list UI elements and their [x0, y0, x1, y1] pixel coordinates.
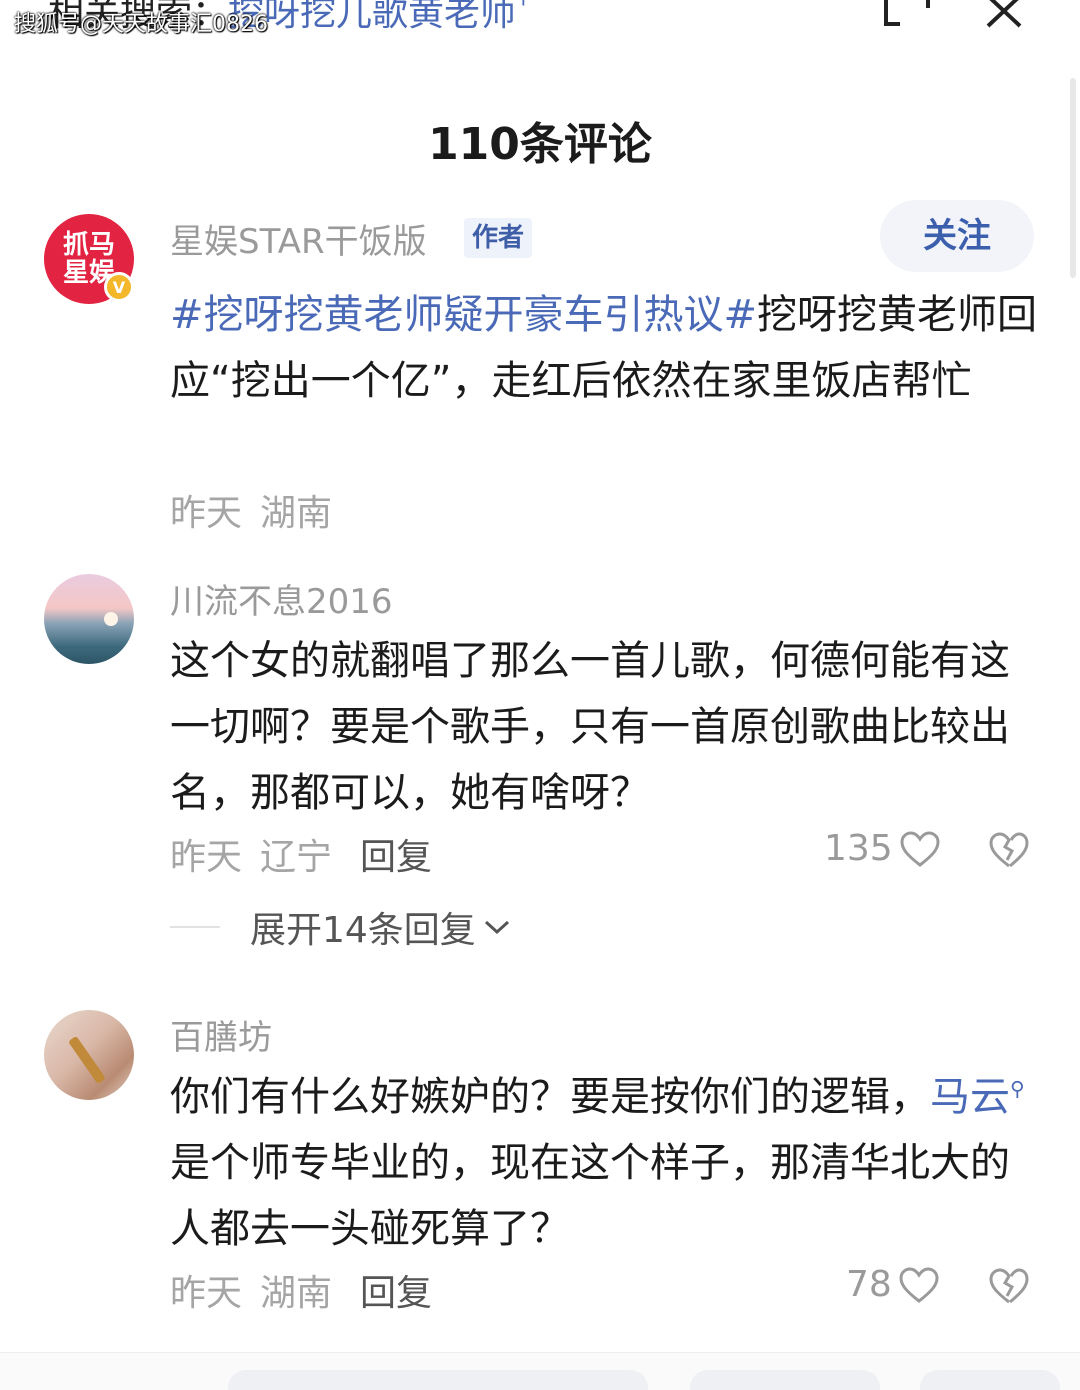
comment-location: 辽宁 — [260, 837, 333, 878]
comment-text: 是个师专毕业的，现在这个样子，那清华北大的人都去一头碰死算了？ — [170, 1140, 1010, 1252]
heart-icon — [900, 830, 940, 867]
comment-time: 昨天 — [170, 1273, 243, 1314]
reply-button[interactable]: 回复 — [360, 837, 432, 878]
comment-meta: 昨天 辽宁 回复 — [170, 828, 450, 880]
comment-location: 湖南 — [260, 1273, 333, 1314]
close-icon[interactable] — [982, 0, 1026, 32]
divider — [170, 926, 220, 928]
watermark: 搜狐号@天天故事汇0826 — [14, 12, 268, 37]
broken-heart-icon[interactable] — [988, 1266, 1030, 1306]
action-pill[interactable] — [920, 1370, 1060, 1390]
comment-username[interactable]: 百膳坊 — [170, 1010, 272, 1059]
comment-content: 你们有什么好嫉妒的？要是按你们的逻辑，马云⚲ 是个师专毕业的，现在这个样子，那清… — [170, 1064, 1040, 1262]
post-content: #挖呀挖黄老师疑开豪车引热议#挖呀挖黄老师回应“挖出一个亿”，走红后依然在家里饭… — [170, 282, 1040, 414]
expand-replies-label: 展开14条回复 — [250, 910, 476, 951]
related-search-query[interactable]: 挖呀挖儿歌黄老师 — [228, 0, 516, 34]
action-pill[interactable] — [690, 1370, 880, 1390]
like-button[interactable]: 78 — [846, 1264, 940, 1305]
avatar[interactable] — [44, 574, 134, 664]
avatar[interactable] — [44, 1010, 134, 1100]
expand-replies-button[interactable]: 展开14条回复 — [170, 902, 512, 952]
comment-username[interactable]: 川流不息2016 — [170, 574, 393, 623]
comment-meta: 昨天 湖南 回复 — [170, 1264, 450, 1316]
like-count: 135 — [824, 828, 893, 869]
post-location: 湖南 — [260, 493, 333, 534]
comment-time: 昨天 — [170, 837, 243, 878]
post-username[interactable]: 星娱STAR干饭版 — [170, 214, 427, 263]
search-icon: ⚲ — [516, 0, 531, 8]
comment-link[interactable]: 马云 — [930, 1074, 1010, 1120]
search-icon: ⚲ — [1010, 1076, 1025, 1101]
author-badge: 作者 — [464, 218, 533, 258]
input-pill[interactable] — [228, 1370, 648, 1390]
comment-text: 你们有什么好嫉妒的？要是按你们的逻辑， — [170, 1074, 930, 1120]
post-hashtag[interactable]: #挖呀挖黄老师疑开豪车引热议# — [170, 292, 757, 338]
post-time: 昨天 — [170, 493, 243, 534]
avatar-pen — [67, 1035, 107, 1085]
comment-content: 这个女的就翻唱了那么一首儿歌，何德何能有这一切啊？要是个歌手，只有一首原创歌曲比… — [170, 638, 1010, 816]
broken-heart-icon[interactable] — [988, 830, 1030, 870]
follow-button[interactable]: 关注 — [880, 200, 1034, 272]
post-meta: 昨天 湖南 — [170, 484, 350, 536]
heart-icon — [899, 1266, 939, 1303]
reply-button[interactable]: 回复 — [360, 1273, 432, 1314]
expand-icon[interactable] — [884, 0, 930, 28]
verified-icon: V — [104, 272, 134, 302]
avatar-sun — [104, 612, 118, 626]
chevron-down-icon — [484, 920, 509, 935]
top-bar: 相关搜索：挖呀挖儿歌黄老师⚲ 搜狐号@天天故事汇0826 — [0, 0, 1080, 40]
like-button[interactable]: 135 — [824, 828, 941, 869]
comments-title: 110条评论 — [428, 119, 652, 170]
like-count: 78 — [846, 1264, 892, 1305]
